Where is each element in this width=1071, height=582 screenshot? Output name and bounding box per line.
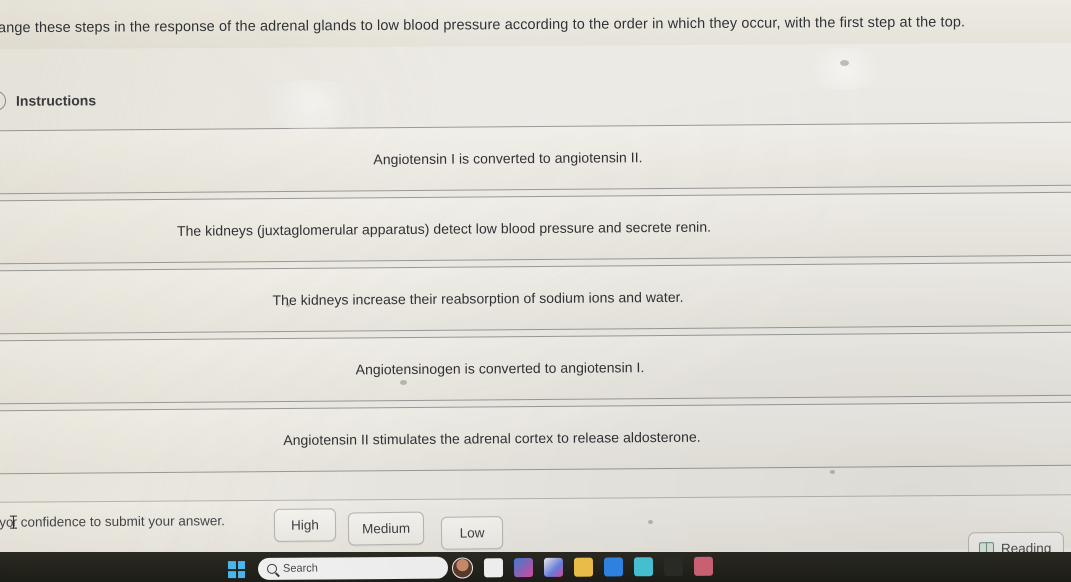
confidence-prompt-after: r confidence to submit your answer. (12, 513, 225, 530)
photos-app-icon[interactable] (543, 557, 564, 577)
list-item-label: The kidneys increase their reabsorption … (272, 288, 684, 309)
question-prompt-bar: ange these steps in the response of the … (0, 0, 1071, 50)
dust-speck (840, 60, 849, 66)
windows-start-icon[interactable] (227, 561, 246, 579)
list-item-label: Angiotensin I is converted to angiotensi… (373, 149, 643, 168)
confidence-bar: e yor confidence to submit your answer. … (0, 494, 1071, 556)
instructions-row[interactable]: Instructions (0, 75, 1071, 121)
photographed-screen: ange these steps in the response of the … (0, 0, 1071, 582)
confidence-high-button[interactable]: High (273, 508, 337, 543)
file-explorer-icon[interactable] (573, 557, 594, 577)
confidence-low-button[interactable]: Low (440, 516, 504, 550)
instructions-label: Instructions (15, 92, 97, 109)
windows-taskbar: Search (0, 552, 1071, 582)
question-prompt-text: ange these steps in the response of the … (0, 14, 966, 37)
list-item[interactable]: The kidneys increase their reabsorption … (0, 261, 1071, 335)
info-circle-icon (0, 90, 7, 111)
notes-app-icon[interactable] (693, 556, 714, 576)
user-avatar[interactable] (451, 557, 474, 579)
document-app-icon[interactable] (483, 558, 504, 578)
teams-app-icon[interactable] (633, 557, 654, 577)
taskbar-app-icons (451, 556, 714, 579)
taskbar-search-box[interactable]: Search (257, 556, 449, 580)
taskbar-search-label: Search (282, 562, 318, 575)
terminal-app-icon[interactable] (663, 556, 684, 577)
confidence-medium-button[interactable]: Medium (347, 511, 425, 546)
confidence-prompt: e yor confidence to submit your answer. (0, 513, 225, 530)
store-app-icon[interactable] (513, 558, 534, 578)
list-item[interactable]: Angiotensinogen is converted to angioten… (0, 331, 1071, 405)
search-icon (266, 563, 278, 574)
list-item-label: Angiotensin II stimulates the adrenal co… (283, 428, 701, 448)
list-item[interactable]: The kidneys (juxtaglomerular apparatus) … (0, 191, 1071, 265)
list-item[interactable]: Angiotensin I is converted to angiotensi… (0, 121, 1071, 195)
list-item-label: The kidneys (juxtaglomerular apparatus) … (176, 218, 712, 239)
browser-app-icon[interactable] (603, 557, 624, 577)
list-item[interactable]: Angiotensin II stimulates the adrenal co… (0, 401, 1071, 475)
text-cursor-icon (12, 515, 14, 529)
list-item-label: Angiotensinogen is converted to angioten… (355, 359, 645, 378)
ordering-list: Angiotensin I is converted to angiotensi… (0, 118, 1071, 498)
